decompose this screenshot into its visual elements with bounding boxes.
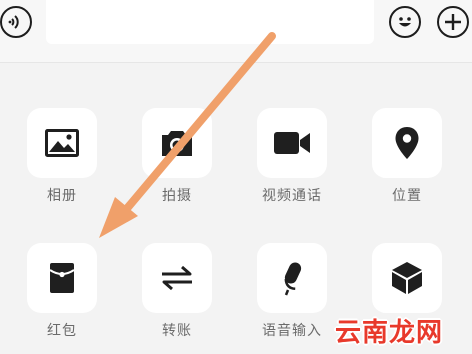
image-icon [45, 129, 79, 157]
video-camera-icon [274, 132, 310, 154]
voice-input-button[interactable] [257, 243, 327, 313]
location-pin-icon [395, 127, 419, 159]
voice-toggle-icon [8, 15, 19, 29]
video-call-label: 视频通话 [262, 188, 322, 204]
watermark-logo: 云南龙网 [335, 317, 444, 348]
location-label: 位置 [392, 188, 422, 204]
cube-button[interactable] [372, 243, 442, 313]
plus-icon [445, 14, 461, 30]
location-button[interactable] [372, 108, 442, 178]
red-packet-button[interactable] [27, 243, 97, 313]
chat-input-bar [0, 0, 472, 62]
camera-icon [162, 131, 192, 156]
microphone-icon [284, 262, 302, 296]
transfer-icon [162, 265, 192, 291]
red-packet-label: 红包 [47, 323, 77, 339]
camera-label: 拍摄 [162, 188, 192, 204]
panel-divider [0, 62, 472, 63]
camera-button[interactable] [142, 108, 212, 178]
smiley-icon [399, 17, 411, 27]
album-button[interactable] [27, 108, 97, 178]
album-label: 相册 [47, 188, 77, 204]
voice-input-label: 语音输入 [262, 323, 322, 339]
voice-toggle-button[interactable] [0, 6, 32, 38]
video-call-button[interactable] [257, 108, 327, 178]
transfer-button[interactable] [142, 243, 212, 313]
message-input[interactable] [46, 0, 374, 44]
transfer-label: 转账 [162, 323, 192, 339]
red-packet-icon [49, 263, 75, 293]
cube-icon [392, 262, 422, 294]
more-button[interactable] [437, 6, 469, 38]
emoji-button[interactable] [389, 6, 421, 38]
